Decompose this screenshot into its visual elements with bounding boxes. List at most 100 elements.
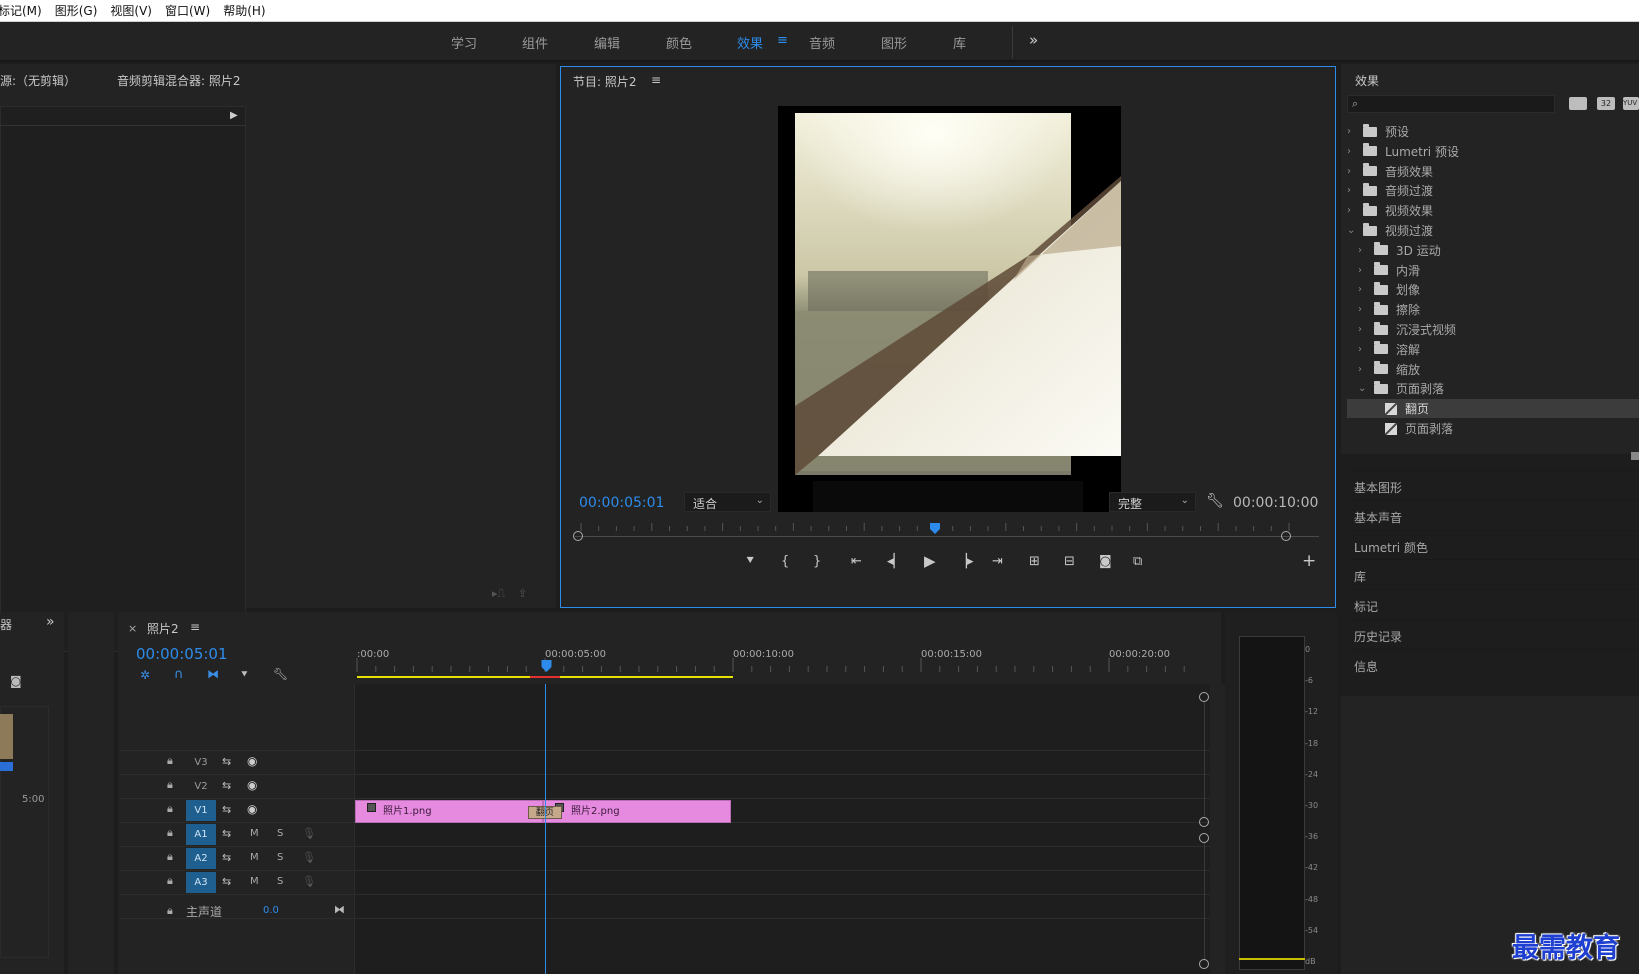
toggle-sync-lock-icon[interactable]: ⇆ (222, 875, 231, 888)
program-menu-icon[interactable]: ≡ (651, 73, 661, 87)
chevron-right-icon[interactable]: › (1347, 185, 1357, 196)
toggle-sync-lock-icon[interactable]: ⇆ (222, 779, 231, 792)
lock-icon[interactable]: 🔒︎ (167, 754, 173, 768)
tracks-area[interactable] (355, 684, 1210, 974)
chevron-right-icon[interactable]: › (1358, 304, 1368, 315)
chevron-down-icon[interactable]: ⌄ (1347, 225, 1357, 236)
effects-folder[interactable]: ⌄ 页面剥落 (1347, 379, 1639, 398)
lock-icon[interactable]: 🔒︎ (167, 826, 173, 840)
track-target-V3[interactable]: V3 (186, 752, 216, 773)
nest-icon[interactable]: ✲ (140, 668, 150, 682)
sequence-menu-icon[interactable]: ≡ (190, 620, 200, 634)
chevron-right-icon[interactable]: › (1347, 166, 1357, 177)
tab-graphics[interactable]: 图形 (881, 33, 907, 52)
effect-item[interactable]: 翻页 (1347, 399, 1639, 419)
chevron-right-icon[interactable]: › (1347, 146, 1357, 157)
solo-button[interactable]: S (277, 828, 283, 839)
effects-folder[interactable]: › 沉浸式视频 (1347, 320, 1639, 339)
toggle-sync-lock-icon[interactable]: ⇆ (222, 851, 231, 864)
chevron-right-icon[interactable]: › (1358, 324, 1368, 335)
timeline-ruler[interactable]: :00:00 00:00:05:00 00:00:10:00 00:00:15:00 0… (355, 646, 1210, 684)
play-icon[interactable]: ▶ (924, 552, 936, 570)
side-panel-tab[interactable]: 基本声音 (1347, 499, 1639, 528)
tab-editing[interactable]: 编辑 (594, 33, 620, 52)
track-target-A3[interactable]: A3 (186, 872, 216, 893)
wrench-icon[interactable]: 🔧︎ (273, 667, 288, 681)
linked-selection-icon[interactable]: ⧓ (207, 667, 219, 681)
program-title[interactable]: 节目: 照片2 (573, 73, 637, 90)
menu-item-marker[interactable]: 标记(M) (0, 2, 42, 19)
chevron-right-icon[interactable]: › (1358, 344, 1368, 355)
menu-item-view[interactable]: 视图(V) (110, 2, 152, 19)
tab-effects-menu-icon[interactable]: ≡ (777, 33, 788, 48)
add-button-icon[interactable]: + (1302, 551, 1316, 571)
lock-icon[interactable]: 🔒︎ (167, 874, 173, 888)
effects-folder[interactable]: › 音频效果 (1347, 162, 1639, 181)
effects-folder[interactable]: › 溶解 (1347, 340, 1639, 359)
effects-folder[interactable]: › 预设 (1347, 122, 1639, 141)
eye-icon[interactable]: ◉ (247, 802, 257, 816)
side-panel-tab[interactable]: 历史记录 (1347, 619, 1639, 647)
effects-folder[interactable]: › 缩放 (1347, 360, 1639, 379)
program-time-ruler[interactable] (573, 523, 1321, 553)
effects-folder[interactable]: › 3D 运动 (1347, 241, 1639, 260)
microphone-icon[interactable]: 🎙︎ (302, 827, 316, 840)
menu-item-help[interactable]: 帮助(H) (223, 2, 265, 19)
microphone-icon[interactable]: 🎙︎ (302, 851, 316, 864)
scroll-handle[interactable] (1199, 817, 1209, 827)
toggle-sync-lock-icon[interactable]: ⇆ (222, 827, 231, 840)
tab-assembly[interactable]: 组件 (522, 33, 548, 52)
effects-folder[interactable]: › 内滑 (1347, 261, 1639, 280)
effects-folder[interactable]: › 擦除 (1347, 300, 1639, 319)
insert-icon[interactable]: ▸⎍ (492, 587, 505, 601)
scroll-handle[interactable] (1199, 959, 1209, 969)
chevron-right-icon[interactable]: › (1358, 364, 1368, 375)
track-target-A1[interactable]: A1 (186, 824, 216, 845)
side-panel-tab[interactable]: 标记 (1347, 589, 1639, 617)
tab-audio[interactable]: 音频 (809, 33, 835, 52)
track-target-A2[interactable]: A2 (186, 848, 216, 869)
effects-search-input[interactable]: ⌕ (1347, 95, 1555, 113)
toggle-sync-lock-icon[interactable]: ⇆ (222, 755, 231, 768)
camera-icon[interactable]: ◙ (10, 674, 22, 688)
solo-button[interactable]: S (277, 876, 283, 887)
chevron-down-icon[interactable]: ⌄ (1358, 383, 1368, 394)
side-panel-tab[interactable]: 库 (1347, 559, 1639, 587)
zoom-scroll-bar[interactable] (575, 536, 1319, 537)
zoom-handle-right[interactable] (1281, 531, 1291, 541)
fit-dropdown[interactable]: 适合 ⌄ (684, 492, 771, 512)
side-panel-tab[interactable]: Lumetri 颜色 (1347, 529, 1639, 558)
mute-button[interactable]: M (250, 876, 259, 887)
workspace-overflow-button[interactable]: » (1029, 31, 1038, 49)
compare-icon[interactable]: ⧉ (1133, 554, 1142, 569)
effects-folder[interactable]: › Lumetri 预设 (1347, 142, 1639, 161)
timeline-playhead-line[interactable] (544, 684, 546, 974)
add-marker-icon[interactable]: ⯆ (745, 554, 755, 569)
chevron-right-icon[interactable]: › (1358, 284, 1368, 295)
mute-button[interactable]: M (250, 852, 259, 863)
tab-effects[interactable]: 效果 (737, 33, 763, 52)
mark-in-icon[interactable]: { (781, 554, 789, 569)
project-overflow-button[interactable]: » (46, 614, 55, 630)
side-panel-tab[interactable]: 信息 (1347, 648, 1639, 677)
lock-icon[interactable]: 🔒︎ (167, 904, 173, 918)
lift-icon[interactable]: ⊞ (1029, 554, 1040, 569)
chevron-right-icon[interactable]: › (1358, 245, 1368, 256)
vscroll-track[interactable] (1204, 843, 1205, 959)
vscroll-track[interactable] (1204, 702, 1205, 817)
mark-out-icon[interactable]: } (813, 554, 821, 569)
chevron-right-icon[interactable]: › (1358, 265, 1368, 276)
lock-icon[interactable]: 🔒︎ (167, 802, 173, 816)
close-icon[interactable]: × (128, 622, 137, 635)
tab-audio-clip-mixer[interactable]: 音频剪辑混合器: 照片2 (117, 72, 241, 89)
tab-source[interactable]: 源:（无剪辑） (0, 72, 76, 89)
effects-folder[interactable]: › 划像 (1347, 280, 1639, 299)
eye-icon[interactable]: ◉ (247, 778, 257, 792)
sequence-tab[interactable]: 照片2 (147, 620, 179, 637)
toggle-sync-lock-icon[interactable]: ⇆ (222, 803, 231, 816)
yuv-effects-icon[interactable]: YUV (1623, 97, 1639, 110)
project-tab[interactable]: 器 (0, 616, 12, 633)
master-collapse-icon[interactable]: ⧓ (334, 903, 345, 916)
panel-resize-icon[interactable] (1631, 452, 1639, 460)
scroll-handle[interactable] (1199, 833, 1209, 843)
